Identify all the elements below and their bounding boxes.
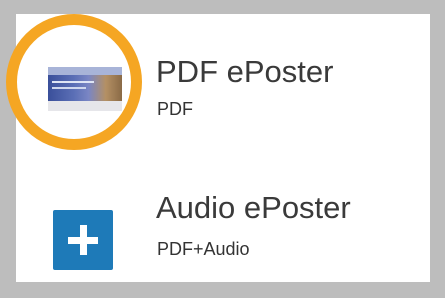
plus-icon [53,210,113,270]
option-title: PDF ePoster [156,54,334,89]
option-subtitle: PDF+Audio [157,239,250,259]
options-frame: PDF ePoster PDF Audio ePoster PDF+Audio [0,0,445,298]
highlight-circle [6,14,142,150]
option-audio-eposter[interactable]: Audio ePoster PDF+Audio [16,154,430,282]
option-subtitle: PDF [157,99,193,119]
option-pdf-eposter[interactable]: PDF ePoster PDF [6,14,430,154]
eposter-type-list: PDF ePoster PDF Audio ePoster PDF+Audio [6,14,430,282]
option-title: Audio ePoster [156,190,351,225]
